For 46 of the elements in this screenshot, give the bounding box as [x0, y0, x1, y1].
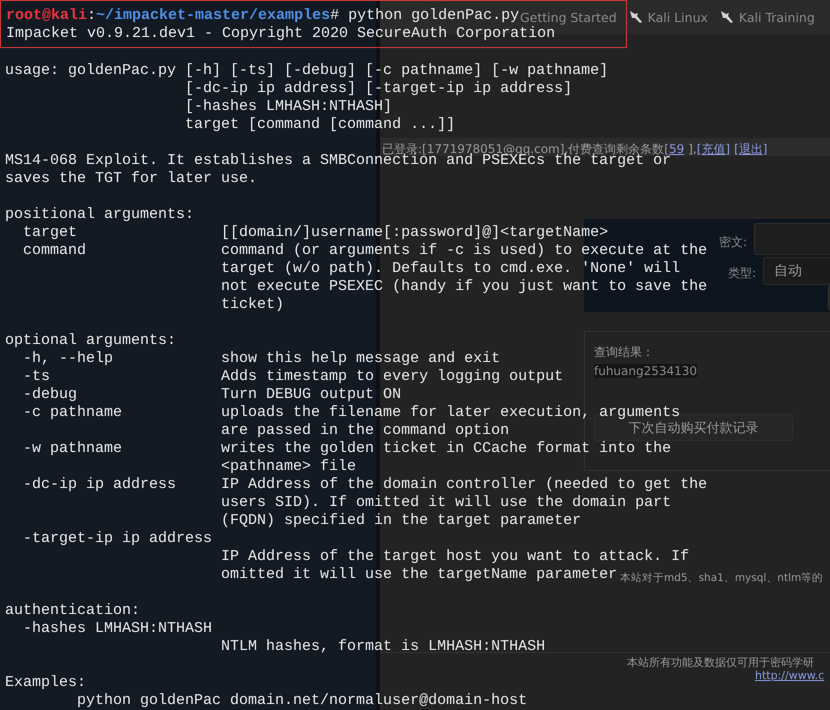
terminal-line: usage: goldenPac.py [-h] [-ts] [-debug] [-c pathname] [-w pathname] [5, 62, 608, 80]
field-label: 密文: [719, 234, 748, 251]
terminal-line: <pathname> file [220, 458, 356, 476]
terminal-line: users SID). If omitted it will use the domain part [220, 494, 672, 512]
link[interactable]: [退出] [734, 142, 768, 156]
field-label: 类型: [728, 265, 756, 282]
terminal-line: omitted it will use the targetName parameter [220, 566, 618, 584]
terminal-line: [-hashes LMHASH:NTHASH] [184, 98, 392, 116]
terminal-line: -ts Adds timestamp to every logging output [22, 368, 564, 386]
terminal-line: IP Address of the target host you want to attack. If [220, 548, 690, 566]
prompt-line: root@kali:~/impacket-master/examples# python goldenPac.py [6, 7, 520, 25]
result-title: 查询结果： [594, 344, 655, 360]
terminal-line: (FQDN) specified in the target parameter [220, 512, 582, 530]
ciphertext-field[interactable] [754, 223, 830, 255]
terminal-line: python goldenPac domain.net/normaluser@domain-host [76, 692, 528, 710]
terminal-line: positional arguments: [5, 206, 194, 224]
bookmark-link[interactable]: Kali Training [720, 10, 815, 24]
terminal-line: -h, --help show this help message and exit [22, 350, 500, 368]
type-dropdown[interactable]: 自动 [763, 257, 830, 285]
bookmark-link[interactable]: Getting Started [520, 10, 617, 24]
bookmark-link[interactable]: Kali Linux [628, 10, 708, 24]
terminal-line: target (w/o path). Defaults to cmd.exe. 'None' will [220, 260, 680, 278]
terminal-line: Examples: [5, 674, 86, 692]
terminal-line: [-dc-ip ip address] [-target-ip ip address] [184, 80, 572, 98]
terminal-line: target [[domain/]username[:password]@]<targetName> [22, 224, 608, 242]
terminal-line: authentication: [5, 602, 140, 620]
link[interactable]: 59 [668, 142, 684, 156]
terminal-line: are passed in the command option [220, 422, 510, 440]
terminal-line: -dc-ip ip address IP Address of the domain controller (needed to get the [22, 476, 708, 494]
terminal-line: ticket) [220, 296, 284, 314]
terminal-line: NTLM hashes, format is LMHASH:NTHASH [220, 638, 546, 656]
terminal-line: -w pathname writes the golden ticket in CCache format into the [22, 440, 672, 458]
terminal-line: -target-ip ip address [22, 530, 212, 548]
terminal-line: command command (or arguments if -c is used) to execute at the [22, 242, 708, 260]
terminal-line: -hashes LMHASH:NTHASH [22, 620, 212, 638]
link[interactable]: [充值] [696, 142, 730, 156]
notice-text: 本站对于md5、sha1、mysql、ntlm等的 [620, 571, 824, 585]
terminal-line: saves the TGT for later use. [5, 170, 258, 188]
footer-text: 本站所有功能及数据仅可用于密码学研 [627, 655, 814, 670]
result-value: fuhuang2534130 [594, 364, 698, 378]
footer-link[interactable]: http://www.c [755, 669, 824, 682]
terminal-line: -debug Turn DEBUG output ON [22, 386, 402, 404]
terminal-line: Impacket v0.9.21.dev1 - Copyright 2020 SecureAuth Corporation [6, 25, 556, 43]
terminal-line: target [command [command ...]] [184, 116, 456, 134]
terminal-line: not execute PSEXEC (handy if you just want to save the [220, 278, 708, 296]
terminal-line: optional arguments: [5, 332, 176, 350]
